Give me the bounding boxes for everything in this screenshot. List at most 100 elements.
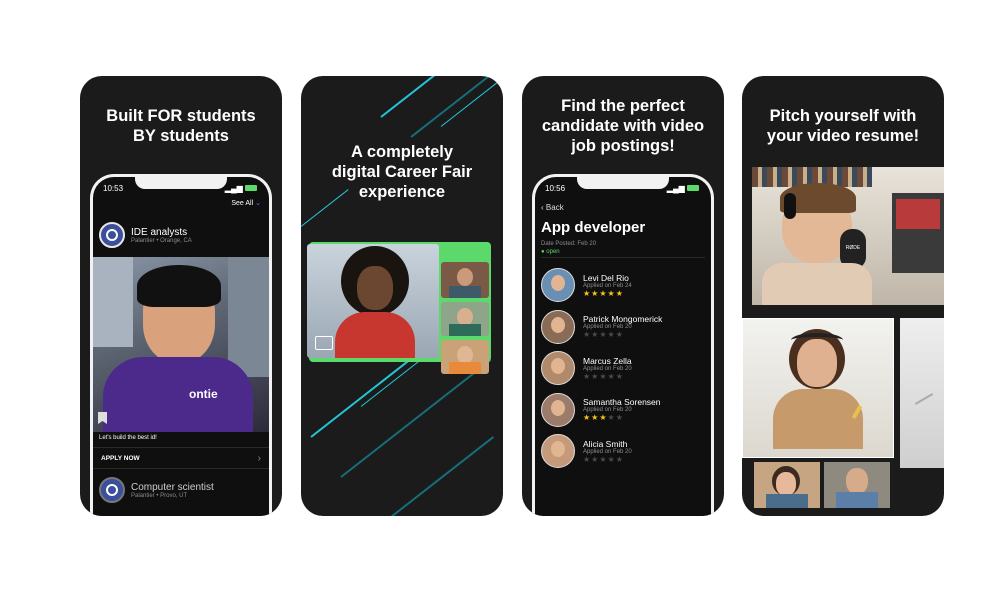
panel-built-for-students: Built FOR students BY students 10:53 ▂▄▆… bbox=[80, 76, 282, 516]
star-icon[interactable]: ★ bbox=[616, 289, 624, 298]
camera-icon[interactable] bbox=[315, 336, 333, 350]
candidate-row[interactable]: Marcus Zella Applied on Feb 20 ★★★★★ bbox=[541, 348, 705, 388]
studio-monitor bbox=[892, 193, 944, 273]
candidate-row[interactable]: Samantha Sorensen Applied on Feb 20 ★★★★★ bbox=[541, 390, 705, 430]
star-icon[interactable]: ★ bbox=[608, 372, 616, 381]
person-shirt bbox=[762, 263, 872, 305]
star-icon[interactable]: ★ bbox=[608, 413, 616, 422]
star-icon[interactable]: ★ bbox=[599, 372, 607, 381]
video-participant-small-2[interactable] bbox=[824, 462, 890, 508]
see-all-link[interactable]: See All ⌄ bbox=[231, 199, 261, 207]
candidate-name: Marcus Zella bbox=[583, 355, 632, 366]
job-title: Computer scientist bbox=[131, 481, 214, 493]
video-participant-3[interactable] bbox=[441, 340, 489, 374]
lamp-arm bbox=[914, 393, 934, 405]
panel-title: A completely digital Career Fair experie… bbox=[331, 143, 473, 201]
person-face bbox=[551, 275, 565, 291]
video-participant-1[interactable] bbox=[441, 262, 489, 298]
candidate-row[interactable]: Patrick Mongomerick Applied on Feb 20 ★★★★… bbox=[541, 307, 705, 347]
company-logo-icon bbox=[99, 222, 125, 248]
person-shirt bbox=[773, 389, 863, 449]
star-icon[interactable]: ★ bbox=[583, 372, 591, 381]
video-recording-main[interactable]: RØDE bbox=[752, 167, 944, 305]
candidate-list: Levi Del Rio Applied on Feb 24 ★★★★★ Patric… bbox=[541, 265, 705, 473]
star-icon[interactable]: ★ bbox=[583, 289, 591, 298]
star-icon[interactable]: ★ bbox=[599, 330, 607, 339]
star-icon[interactable]: ★ bbox=[608, 455, 616, 464]
video-participant-2[interactable] bbox=[441, 302, 489, 336]
chevron-down-icon: ⌄ bbox=[255, 200, 261, 207]
star-icon[interactable]: ★ bbox=[616, 413, 624, 422]
rating-stars[interactable]: ★★★★★ bbox=[583, 372, 632, 381]
person-face bbox=[776, 472, 796, 496]
star-icon[interactable]: ★ bbox=[608, 289, 616, 298]
chevron-right-icon: › bbox=[257, 452, 261, 464]
date-posted: Date Posted: Feb 20 bbox=[541, 241, 597, 247]
panel-find-candidate: Find the perfect candidate with video jo… bbox=[522, 76, 724, 516]
star-icon[interactable]: ★ bbox=[616, 372, 624, 381]
person-face bbox=[551, 399, 565, 416]
apply-now-button[interactable]: APPLY NOW › bbox=[93, 447, 269, 469]
person-shirt bbox=[766, 494, 808, 508]
person-shirt bbox=[449, 362, 481, 374]
star-icon[interactable]: ★ bbox=[599, 289, 607, 298]
headphones-icon bbox=[784, 193, 796, 219]
divider bbox=[541, 257, 705, 258]
rating-stars[interactable]: ★★★★★ bbox=[583, 330, 662, 339]
star-icon[interactable]: ★ bbox=[616, 330, 624, 339]
candidate-row[interactable]: Alicia Smith Applied on Feb 20 ★★★★★ bbox=[541, 431, 705, 471]
video-participant-main[interactable] bbox=[742, 318, 894, 458]
video-caption: Let's build the best id! bbox=[99, 435, 157, 441]
person-face bbox=[457, 268, 473, 286]
person-face bbox=[357, 266, 393, 310]
company-logo-icon bbox=[99, 477, 125, 503]
candidate-avatar bbox=[541, 351, 575, 385]
star-icon[interactable]: ★ bbox=[616, 455, 624, 464]
shirt-logo-text: ontie bbox=[189, 387, 218, 401]
star-icon[interactable]: ★ bbox=[583, 413, 591, 422]
candidate-avatar bbox=[541, 268, 575, 302]
person-face bbox=[846, 468, 868, 494]
phone-mockup: 10:56 ▂▄▆ ‹ Back App developer Date Post… bbox=[532, 174, 714, 516]
star-icon[interactable]: ★ bbox=[583, 455, 591, 464]
job-card-2[interactable]: Computer scientist Palantier • Provo, UT bbox=[99, 477, 263, 503]
decor-streak bbox=[390, 436, 495, 516]
back-button[interactable]: ‹ Back bbox=[541, 203, 564, 212]
video-main[interactable] bbox=[307, 244, 439, 358]
headphones-icon bbox=[791, 333, 843, 347]
video-participant-side[interactable] bbox=[900, 318, 944, 468]
decor-streak bbox=[440, 76, 503, 127]
decor-streak bbox=[410, 76, 503, 138]
candidate-name: Alicia Smith bbox=[583, 438, 628, 449]
battery-icon: ▂▄▆ bbox=[667, 184, 699, 193]
person-shirt bbox=[449, 286, 481, 298]
phone-mockup: 10:53 ▂▄▆ See All ⌄ IDE analysts Palanti… bbox=[90, 174, 272, 516]
video-player[interactable]: ontie bbox=[93, 257, 269, 432]
star-icon[interactable]: ★ bbox=[583, 330, 591, 339]
star-icon[interactable]: ★ bbox=[599, 413, 607, 422]
star-icon[interactable]: ★ bbox=[599, 455, 607, 464]
person-shirt bbox=[103, 357, 253, 432]
person-face bbox=[551, 441, 565, 457]
decor-streak bbox=[340, 359, 492, 478]
panel-title: Pitch yourself with your video resume! bbox=[766, 107, 920, 145]
job-title: App developer bbox=[541, 219, 646, 236]
video-participant-small-1[interactable] bbox=[754, 462, 820, 508]
job-subtitle: Palantier • Provo, UT bbox=[131, 492, 188, 499]
status-bar: 10:56 ▂▄▆ bbox=[545, 184, 699, 193]
panel-career-fair: A completely digital Career Fair experie… bbox=[301, 76, 503, 516]
clock: 10:56 bbox=[545, 184, 566, 193]
clock: 10:53 bbox=[103, 184, 124, 193]
job-subtitle: Palantier • Orange, CA bbox=[131, 237, 192, 244]
candidate-row[interactable]: Levi Del Rio Applied on Feb 24 ★★★★★ bbox=[541, 265, 705, 305]
panel-title: Built FOR students BY students bbox=[106, 107, 256, 145]
rating-stars[interactable]: ★★★★★ bbox=[583, 455, 632, 464]
job-card-header[interactable]: IDE analysts Palantier • Orange, CA bbox=[99, 215, 263, 255]
candidate-name: Samantha Sorensen bbox=[583, 397, 661, 407]
chevron-left-icon: ‹ bbox=[541, 203, 544, 212]
panel-title: Find the perfect candidate with video jo… bbox=[541, 97, 705, 155]
candidate-name: Levi Del Rio bbox=[583, 272, 629, 283]
rating-stars[interactable]: ★★★★★ bbox=[583, 289, 632, 298]
star-icon[interactable]: ★ bbox=[608, 330, 616, 339]
rating-stars[interactable]: ★★★★★ bbox=[583, 413, 661, 422]
